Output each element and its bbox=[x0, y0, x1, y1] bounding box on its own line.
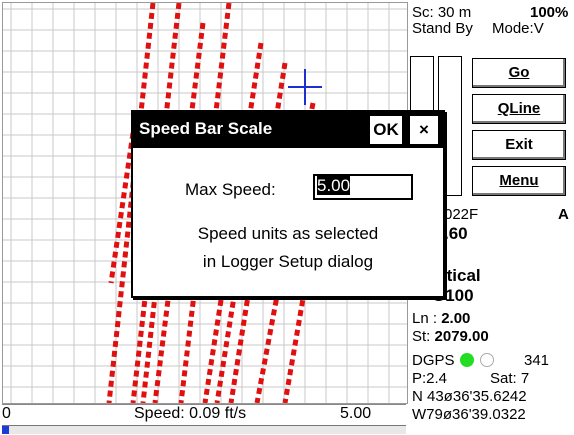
speed-min-label: 0 bbox=[2, 405, 11, 422]
units-note-line2: in Logger Setup dialog bbox=[202, 252, 374, 271]
zoom-readout: 100% bbox=[530, 4, 569, 21]
menu-button-label: Menu bbox=[499, 172, 539, 189]
speed-bar-scale-dialog: Speed Bar Scale OK × Max Speed: 5.00 Spe… bbox=[131, 110, 445, 298]
dialog-title-bar: Speed Bar Scale OK × bbox=[133, 112, 443, 148]
file-suffix: A bbox=[558, 206, 569, 223]
exit-button-label: Exit bbox=[505, 136, 533, 153]
gps-mode: DGPS bbox=[412, 352, 455, 369]
latitude: N 43ø36'35.6242 bbox=[412, 388, 527, 405]
exit-button[interactable]: Exit bbox=[472, 130, 566, 160]
max-speed-input[interactable]: 5.00 bbox=[313, 174, 413, 200]
pdop: P:2.4 bbox=[412, 370, 448, 387]
speed-bar: 0 Speed: 0.09 ft/s 5.00 bbox=[2, 404, 406, 434]
station-value: 2079.00 bbox=[434, 328, 489, 345]
gps-status-dot-white bbox=[480, 353, 494, 367]
line-number: Ln : 2.00 bbox=[412, 310, 471, 327]
status-text: Stand By bbox=[412, 20, 473, 37]
speed-max-label[interactable]: 5.00 bbox=[340, 405, 371, 423]
speed-fill bbox=[2, 426, 10, 434]
satellites: Sat: 7 bbox=[490, 370, 530, 387]
screen: 0 Speed: 0.09 ft/s 5.00 Sc: 30 m 100% St… bbox=[0, 0, 574, 435]
speed-track bbox=[2, 425, 406, 434]
dialog-title: Speed Bar Scale bbox=[139, 119, 273, 138]
value-partial: .60 bbox=[444, 224, 468, 243]
max-speed-value: 5.00 bbox=[317, 176, 351, 195]
max-speed-label: Max Speed: bbox=[185, 180, 276, 199]
qline-button-label: QLine bbox=[497, 100, 541, 117]
units-note-line1: Speed units as selected bbox=[197, 224, 379, 243]
line-number-value: 2.00 bbox=[441, 310, 471, 327]
go-button-label: Go bbox=[508, 64, 530, 81]
station: St: 2079.00 bbox=[412, 328, 489, 345]
longitude: W79ø36'39.0322 bbox=[412, 406, 526, 423]
gps-status-dot-green bbox=[460, 353, 474, 367]
speed-readout: Speed: 0.09 ft/s bbox=[134, 405, 247, 422]
orientation-label: rtical bbox=[440, 266, 481, 285]
close-icon[interactable]: × bbox=[409, 115, 439, 145]
ok-button[interactable]: OK bbox=[369, 115, 403, 145]
file-code: 022F bbox=[444, 206, 479, 223]
menu-button[interactable]: Menu bbox=[472, 166, 566, 196]
gps-count: 341 bbox=[524, 352, 550, 369]
scale-readout: Sc: 30 m bbox=[412, 4, 472, 21]
mode-text: Mode:V bbox=[492, 20, 544, 37]
go-button[interactable]: Go bbox=[472, 58, 566, 88]
qline-button[interactable]: QLine bbox=[472, 94, 566, 124]
